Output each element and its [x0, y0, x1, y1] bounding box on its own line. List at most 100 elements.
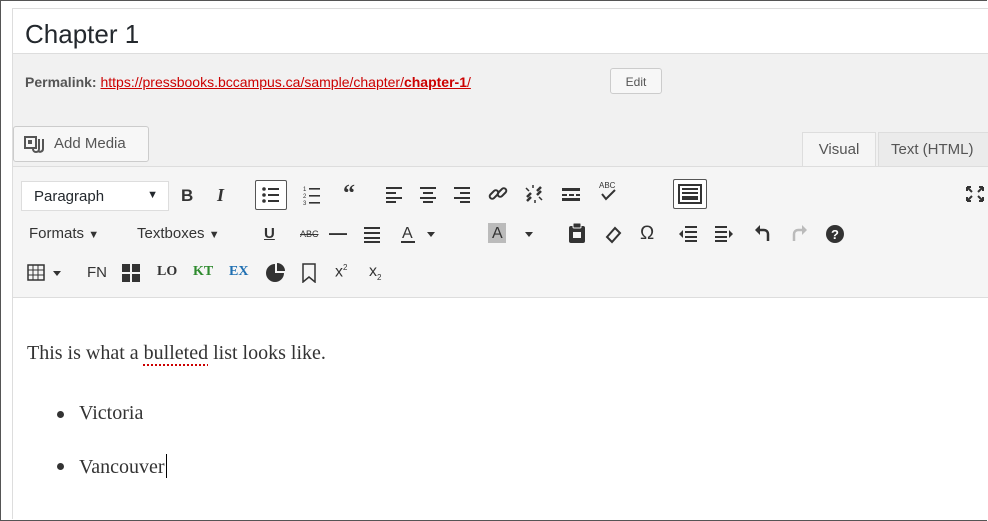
eraser-icon [605, 226, 622, 244]
footnote-button[interactable]: FN [87, 264, 107, 281]
permalink-link[interactable]: https://pressbooks.bccampus.ca/sample/ch… [100, 74, 470, 90]
svg-text:ABC: ABC [599, 181, 616, 190]
underline-button[interactable]: U [264, 225, 275, 242]
pie-chart-icon [266, 263, 285, 282]
fullscreen-button[interactable] [965, 185, 985, 208]
edit-permalink-button[interactable]: Edit [610, 68, 662, 94]
tab-visual[interactable]: Visual [802, 132, 876, 166]
help-icon: ? [826, 225, 844, 243]
formats-label: Formats [29, 225, 85, 242]
svg-text:3: 3 [303, 201, 307, 206]
chevron-down-icon: ▼ [147, 189, 158, 201]
indent-icon [715, 226, 733, 242]
outdent-button[interactable] [677, 224, 699, 249]
paste-as-text-button[interactable] [567, 222, 587, 249]
blockquote-button[interactable]: “ [343, 181, 355, 208]
numbered-list-icon: 123 [303, 187, 320, 207]
permalink-base: https://pressbooks.bccampus.ca/sample/ch… [100, 74, 404, 90]
align-left-button[interactable] [385, 185, 403, 208]
permalink-trailing: / [467, 74, 471, 90]
editor-content[interactable]: This is what a bulleted list looks like.… [12, 298, 988, 519]
text-color-icon: A [401, 225, 435, 243]
list-item-text: Vancouver [79, 456, 165, 478]
chevron-down-icon: ▼ [208, 229, 220, 241]
strikethrough-button[interactable]: ABC [300, 229, 319, 239]
undo-button[interactable] [753, 223, 773, 248]
add-media-icon [24, 136, 46, 158]
svg-text:A: A [402, 225, 413, 242]
special-character-button[interactable]: Ω [640, 223, 654, 245]
italic-button[interactable]: I [217, 185, 224, 206]
chevron-down-icon: ▼ [88, 229, 100, 241]
undo-icon [755, 225, 770, 241]
bullet-icon [57, 463, 64, 470]
title-field[interactable]: Chapter 1 [12, 8, 988, 54]
bold-button[interactable]: B [181, 186, 193, 206]
clear-formatting-button[interactable] [603, 224, 623, 249]
fullscreen-icon [966, 186, 984, 202]
toolbar-toggle-button[interactable] [673, 179, 707, 209]
misspelled-word[interactable]: bulleted [144, 342, 208, 364]
bookmark-button[interactable] [301, 263, 317, 288]
indent-button[interactable] [713, 224, 735, 249]
bookmark-icon [302, 263, 316, 284]
justify-icon [364, 227, 380, 243]
textboxes-dropdown[interactable]: Textboxes ▼ [137, 225, 220, 242]
bulleted-list-icon [262, 187, 279, 203]
add-media-label: Add Media [54, 135, 126, 152]
media-bar: Add Media Visual Text (HTML) [12, 108, 988, 166]
unlink-button[interactable] [523, 183, 545, 210]
link-icon [488, 187, 508, 200]
paragraph-text-end: list looks like. [208, 342, 326, 364]
read-more-icon [562, 188, 580, 201]
text-color-button[interactable]: A [399, 222, 439, 251]
post-title[interactable]: Chapter 1 [25, 19, 139, 50]
svg-text:?: ? [831, 227, 839, 242]
permalink: Permalink: https://pressbooks.bccampus.c… [25, 74, 471, 90]
list-item-text-wrap: Vancouver [79, 454, 167, 479]
insert-link-button[interactable] [487, 183, 509, 210]
format-select-value: Paragraph [34, 188, 105, 205]
editor-toolbar: Paragraph ▼ B I 123 “ ABC Formats ▼ Text… [12, 166, 988, 298]
table-dropdown[interactable] [27, 263, 67, 288]
list-item-text: Victoria [79, 402, 144, 424]
paragraph-text-start: This is what a [27, 342, 144, 364]
key-takeaways-button[interactable]: KT [193, 264, 213, 280]
read-more-button[interactable] [561, 186, 581, 207]
help-button[interactable]: ? [825, 224, 845, 249]
superscript-button[interactable]: x2 [335, 263, 347, 281]
spellcheck-button[interactable]: ABC [597, 179, 619, 210]
tab-text-html[interactable]: Text (HTML) [878, 132, 988, 166]
align-right-button[interactable] [453, 185, 471, 208]
justify-button[interactable] [363, 225, 381, 248]
table-icon [27, 264, 61, 281]
svg-text:2: 2 [303, 194, 307, 200]
add-media-button[interactable]: Add Media [13, 126, 149, 162]
exercises-button[interactable]: EX [229, 264, 248, 280]
svg-text:A: A [492, 225, 503, 242]
bullet-icon [57, 411, 64, 418]
media-grid-button[interactable] [121, 263, 141, 288]
align-right-icon [454, 187, 470, 203]
content-paragraph: This is what a bulleted list looks like. [27, 342, 326, 365]
format-select[interactable]: Paragraph ▼ [21, 181, 169, 211]
redo-icon [792, 225, 807, 241]
keyboard-icon [678, 184, 702, 204]
background-color-button[interactable]: A [487, 222, 537, 251]
bulleted-list-button[interactable] [255, 180, 287, 210]
permalink-label: Permalink: [25, 74, 97, 90]
pie-chart-button[interactable] [265, 263, 285, 288]
textboxes-label: Textboxes [137, 225, 205, 242]
background-color-icon: A [488, 223, 533, 243]
subscript-button[interactable]: x2 [369, 263, 381, 282]
align-center-button[interactable] [419, 185, 437, 208]
numbered-list-button[interactable]: 123 [303, 184, 323, 211]
permalink-slug: chapter-1 [403, 74, 467, 90]
align-center-icon [420, 187, 436, 203]
unlink-icon [525, 185, 543, 203]
redo-button[interactable] [789, 223, 809, 248]
formats-dropdown[interactable]: Formats ▼ [29, 225, 99, 242]
spellcheck-icon: ABC [599, 181, 616, 201]
horizontal-line-button[interactable]: — [329, 223, 347, 244]
learning-objectives-button[interactable]: LO [157, 264, 177, 280]
